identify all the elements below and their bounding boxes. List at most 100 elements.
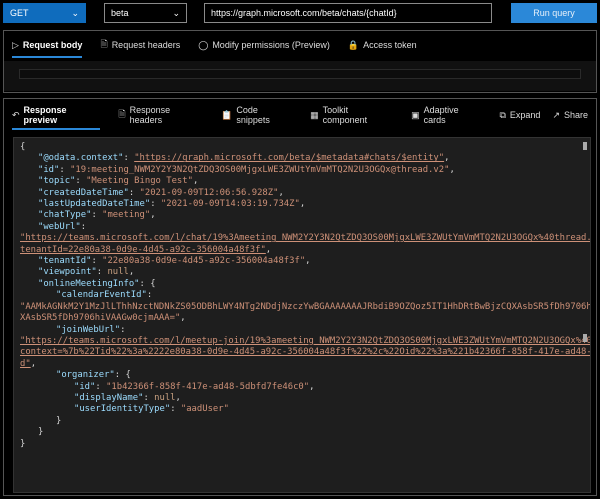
- tab-request-body[interactable]: ▷ Request body: [12, 31, 83, 59]
- json-punctuation: }: [38, 427, 44, 438]
- json-punctuation: :: [170, 404, 181, 415]
- json-punctuation: : {: [139, 278, 156, 289]
- json-key: "tenantId": [38, 256, 92, 267]
- json-punctuation: {: [20, 142, 26, 152]
- json-key: "lastUpdatedDateTime": [38, 199, 151, 210]
- json-value: XAsbSR5fDh9706hiVAAGw0cjmAAA=": [20, 313, 181, 324]
- json-punctuation: :: [59, 164, 71, 175]
- tab-label: Response headers: [129, 105, 171, 125]
- share-button[interactable]: ↗ Share: [552, 99, 588, 131]
- json-punctuation: :: [150, 199, 161, 210]
- json-punctuation: : {: [114, 370, 131, 381]
- json-value[interactable]: "https://graph.microsoft.com/beta/$metad…: [134, 153, 444, 163]
- json-punctuation: ,: [192, 176, 199, 187]
- json-value[interactable]: tenantId=22e80a38-0d9e-4d45-a92c-356004a…: [20, 245, 266, 255]
- code-line: "lastUpdatedDateTime": "2021-09-09T14:03…: [20, 199, 590, 210]
- tab-label: Modify permissions (Preview): [212, 40, 330, 50]
- url-value: https://graph.microsoft.com/beta/chats/{…: [211, 8, 397, 18]
- json-punctuation: :: [123, 153, 135, 164]
- code-line: }: [20, 438, 590, 450]
- code-line: "createdDateTime": "2021-09-09T12:06:56.…: [20, 187, 590, 199]
- code-line: "https://teams.microsoft.com/l/chat/19%3…: [20, 233, 590, 244]
- code-line: "tenantId": "22e80a38-0d9e-4d45-a92c-356…: [20, 256, 590, 267]
- lock-icon: 🔒: [347, 39, 360, 50]
- run-query-button[interactable]: Run query: [511, 3, 597, 23]
- tab-code-snippets[interactable]: 📋 Code snippets: [221, 99, 292, 131]
- code-line: XAsbSR5fDh9706hiVAAGw0cjmAAA=",: [20, 313, 590, 324]
- code-line: tenantId=22e80a38-0d9e-4d45-a92c-356004a…: [20, 244, 590, 256]
- code-line: }: [20, 416, 590, 427]
- tab-modify-permissions[interactable]: ◯ Modify permissions (Preview): [198, 31, 330, 59]
- expand-button[interactable]: ⧉ Expand: [499, 99, 540, 131]
- tab-response-preview[interactable]: ↶ Response preview: [12, 99, 101, 131]
- json-punctuation: :: [80, 221, 87, 232]
- json-punctuation: :: [75, 176, 87, 187]
- code-line: "calendarEventId":: [20, 290, 590, 301]
- tab-label: Code snippets: [236, 105, 270, 125]
- code-line: "topic": "Meeting Bingo Test",: [20, 176, 590, 187]
- json-punctuation: ,: [305, 256, 311, 267]
- undo-icon: ↶: [12, 109, 20, 120]
- code-line: "organizer": {: [20, 370, 590, 381]
- json-value[interactable]: d": [20, 359, 31, 369]
- json-key: "userIdentityType": [74, 404, 171, 415]
- code-line: "AAMkAGNkM2Y1MzJlLThhNzctNDNkZS05ODBhLWY…: [20, 302, 590, 313]
- json-key: "topic": [38, 176, 76, 187]
- request-body-editor[interactable]: [4, 61, 596, 91]
- code-line: "https://teams.microsoft.com/l/meetup-jo…: [20, 336, 590, 347]
- json-value[interactable]: context=%7b%22Tid%22%3a%2222e80a38-0d9e-…: [20, 347, 590, 357]
- json-value: "19:meeting_NWM2Y2Y3N2QtZDQ3OS00MjgxLWE3…: [70, 164, 450, 175]
- code-line: "webUrl":: [20, 221, 590, 233]
- tab-adaptive-cards[interactable]: ▣ Adaptive cards: [411, 99, 481, 131]
- code-line: "@odata.context": "https://graph.microso…: [20, 153, 590, 164]
- response-tabs: ↶ Response preview 🗎 Response headers 📋 Cod…: [4, 99, 596, 131]
- response-panel: ↶ Response preview 🗎 Response headers 📋 Cod…: [3, 98, 597, 496]
- request-panel: ▷ Request body 🗎 Request headers ◯ Modify p…: [3, 30, 597, 93]
- json-punctuation: :: [91, 256, 103, 267]
- json-value: "22e80a38-0d9e-4d45-a92c-356004a48f3f": [102, 256, 306, 267]
- json-punctuation: ,: [265, 244, 272, 255]
- json-punctuation: :: [146, 290, 153, 301]
- json-value: "aadUser": [180, 404, 229, 415]
- json-punctuation: ,: [444, 153, 450, 164]
- json-punctuation: ,: [150, 210, 156, 221]
- json-value: "meeting": [102, 210, 151, 221]
- json-value[interactable]: "https://teams.microsoft.com/l/meetup-jo…: [20, 336, 590, 346]
- json-key: "joinWebUrl": [56, 324, 121, 335]
- tab-label: Access token: [363, 40, 417, 50]
- tab-request-headers[interactable]: 🗎 Request headers: [100, 31, 180, 59]
- json-value: "Meeting Bingo Test": [86, 176, 193, 187]
- json-punctuation: ,: [180, 313, 186, 324]
- tab-access-token[interactable]: 🔒 Access token: [348, 31, 417, 59]
- send-icon: ▷: [12, 39, 19, 50]
- response-json-viewer[interactable]: {"@odata.context": "https://graph.micros…: [13, 137, 591, 493]
- code-line: "viewpoint": null,: [20, 267, 590, 278]
- expand-label: Expand: [509, 110, 541, 120]
- json-key: "id": [74, 381, 96, 392]
- url-input[interactable]: https://graph.microsoft.com/beta/chats/{…: [204, 3, 492, 23]
- code-line: "id": "1b42366f-858f-417e-ad48-5dbfd7fe4…: [20, 381, 590, 393]
- code-line: "joinWebUrl":: [20, 324, 590, 336]
- tab-label: Response preview: [23, 105, 67, 125]
- toolkit-icon: ▦: [310, 109, 319, 120]
- card-icon: ▣: [411, 109, 420, 120]
- json-punctuation: }: [20, 438, 26, 449]
- tab-label: Toolkit component: [322, 105, 368, 125]
- chevron-down-icon: ⌄: [71, 7, 79, 18]
- scrollbar-thumb[interactable]: [583, 334, 587, 342]
- code-line: d",: [20, 359, 590, 370]
- json-punctuation: ,: [449, 164, 455, 175]
- json-value[interactable]: "https://teams.microsoft.com/l/chat/19%3…: [20, 233, 590, 243]
- shield-icon: ◯: [198, 39, 209, 50]
- json-punctuation: :: [120, 324, 126, 335]
- version-value: beta: [111, 8, 129, 18]
- tab-response-headers[interactable]: 🗎 Response headers: [118, 99, 203, 131]
- share-label: Share: [563, 110, 589, 120]
- scrollbar-thumb[interactable]: [583, 142, 587, 150]
- tab-label: Adaptive cards: [423, 105, 459, 125]
- version-dropdown[interactable]: beta ⌄: [104, 3, 187, 23]
- method-dropdown[interactable]: GET ⌄: [3, 3, 86, 23]
- tab-toolkit-component[interactable]: ▦ Toolkit component: [310, 99, 393, 131]
- json-punctuation: :: [91, 210, 103, 221]
- json-punctuation: ,: [278, 187, 284, 198]
